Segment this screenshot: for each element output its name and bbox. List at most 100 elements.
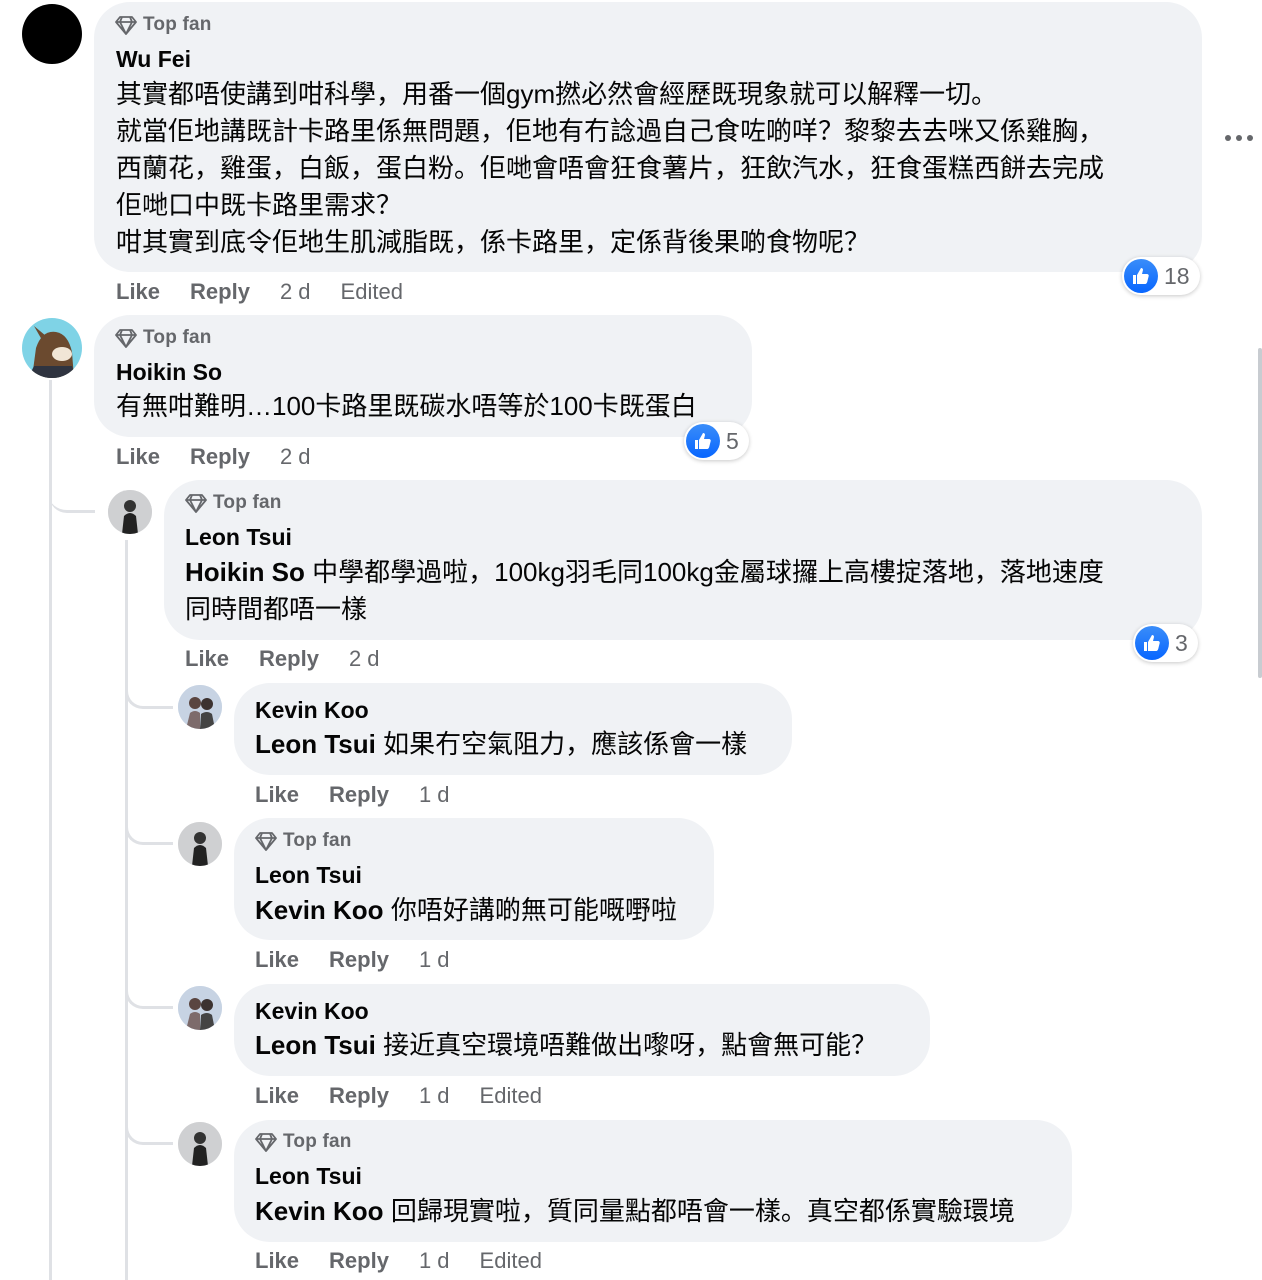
comment-actions: Like Reply 2 d (116, 444, 311, 470)
more-options-icon[interactable] (1225, 135, 1253, 141)
comment-actions: Like Reply 2 d Edited (116, 279, 403, 305)
comment-text-line: Kevin Koo 回歸現實啦，質同量點都唔會一樣。真空都係實驗環境 (255, 1193, 1015, 1230)
like-button[interactable]: Like (255, 1083, 299, 1109)
comment-text-line: 其實都唔使講到咁科學，用番一個gym撚必然會經歷既現象就可以解釋一切。 (116, 79, 998, 109)
reaction-number: 18 (1164, 262, 1190, 289)
like-button[interactable]: Like (255, 1248, 299, 1274)
timestamp[interactable]: 2 d (349, 646, 380, 672)
avatar[interactable] (108, 490, 152, 534)
timestamp[interactable]: 1 d (419, 1083, 450, 1109)
thumbs-up-icon (686, 424, 720, 458)
comment-text-line: Leon Tsui 接近真空環境唔難做出嚟呀，點會無可能？ (255, 1027, 877, 1064)
edited-label[interactable]: Edited (480, 1083, 542, 1109)
thread-line-main (49, 380, 52, 1280)
diamond-icon (255, 832, 277, 851)
comment-text-line: Leon Tsui 如果冇空氣阻力，應該係會一樣 (255, 726, 747, 763)
avatar[interactable] (178, 685, 222, 729)
top-fan-badge: Top fan (115, 14, 212, 36)
badge-label: Top fan (283, 830, 352, 851)
like-button[interactable]: Like (255, 947, 299, 973)
reaction-number: 3 (1175, 629, 1188, 656)
reply-button[interactable]: Reply (190, 444, 250, 470)
thread-connector (125, 670, 173, 709)
top-fan-badge: Top fan (255, 830, 352, 852)
comment-author[interactable]: Hoikin So (116, 359, 222, 386)
comment-author[interactable]: Leon Tsui (255, 1163, 362, 1190)
mention-link[interactable]: Leon Tsui (255, 729, 376, 759)
comment-text: 如果冇空氣阻力，應該係會一樣 (383, 729, 748, 759)
mention-link[interactable]: Hoikin So (185, 557, 305, 587)
top-fan-badge: Top fan (255, 1131, 352, 1153)
thread-connector (125, 1106, 173, 1145)
timestamp[interactable]: 2 d (280, 279, 311, 305)
avatar[interactable] (178, 986, 222, 1030)
timestamp[interactable]: 1 d (419, 782, 450, 808)
thread-line-nested (125, 540, 128, 1280)
comment-author[interactable]: Leon Tsui (255, 862, 362, 889)
avatar[interactable] (178, 822, 222, 866)
thread-connector (125, 970, 173, 1009)
comment-text-line: 同時間都唔一樣 (185, 594, 368, 624)
like-button[interactable]: Like (255, 782, 299, 808)
mention-link[interactable]: Kevin Koo (255, 1196, 384, 1226)
reply-button[interactable]: Reply (329, 947, 389, 973)
comment-author[interactable]: Kevin Koo (255, 998, 369, 1025)
badge-label: Top fan (213, 492, 282, 513)
comment-text-line: Kevin Koo 你唔好講啲無可能嘅嘢啦 (255, 892, 677, 929)
diamond-icon (255, 1133, 277, 1152)
timestamp[interactable]: 1 d (419, 1248, 450, 1274)
diamond-icon (185, 494, 207, 513)
comment-text-line: Hoikin So 中學都學過啦，100kg羽毛同100kg金屬球攞上高樓掟落地… (185, 554, 1104, 591)
mention-link[interactable]: Leon Tsui (255, 1030, 376, 1060)
comment-author[interactable]: Leon Tsui (185, 524, 292, 551)
thread-connector (49, 468, 95, 513)
comment-author[interactable]: Kevin Koo (255, 697, 369, 724)
reply-button[interactable]: Reply (329, 782, 389, 808)
comment-text: 回歸現實啦，質同量點都唔會一樣。真空都係實驗環境 (390, 1196, 1015, 1226)
reaction-number: 5 (726, 427, 739, 454)
like-button[interactable]: Like (185, 646, 229, 672)
diamond-icon (115, 16, 137, 35)
top-fan-badge: Top fan (185, 492, 282, 514)
reaction-count[interactable]: 5 (684, 422, 749, 460)
like-button[interactable]: Like (116, 444, 160, 470)
reaction-count[interactable]: 18 (1122, 257, 1200, 295)
comment-author[interactable]: Wu Fei (116, 46, 191, 73)
comment-text-line: 咁其實到底令佢地生肌減脂既，係卡路里，定係背後果啲食物呢？ (116, 227, 871, 257)
reply-button[interactable]: Reply (329, 1083, 389, 1109)
comment-text-line: 有無咁難明…100卡路里既碳水唔等於100卡既蛋白 (116, 391, 697, 421)
diamond-icon (115, 329, 137, 348)
comment-actions: Like Reply 2 d (185, 646, 380, 672)
like-button[interactable]: Like (116, 279, 160, 305)
comment-actions: Like Reply 1 d (255, 947, 450, 973)
thumbs-up-icon (1124, 259, 1158, 293)
comment-actions: Like Reply 1 d Edited (255, 1083, 542, 1109)
top-fan-badge: Top fan (115, 327, 212, 349)
timestamp[interactable]: 1 d (419, 947, 450, 973)
badge-label: Top fan (283, 1131, 352, 1152)
reply-button[interactable]: Reply (329, 1248, 389, 1274)
reply-button[interactable]: Reply (190, 279, 250, 305)
reaction-count[interactable]: 3 (1133, 624, 1198, 662)
thumbs-up-icon (1135, 626, 1169, 660)
reply-button[interactable]: Reply (259, 646, 319, 672)
edited-label[interactable]: Edited (341, 279, 403, 305)
avatar[interactable] (22, 318, 82, 378)
comment-text-line: 就當佢地講既計卡路里係無問題，佢地有冇諗過自己食咗啲咩？黎黎去去咪又係雞胸， (116, 116, 1105, 146)
comment-actions: Like Reply 1 d (255, 782, 450, 808)
thread-connector (125, 806, 173, 845)
avatar[interactable] (178, 1122, 222, 1166)
comment-text-line: 西蘭花，雞蛋，白飯，蛋白粉。佢哋會唔會狂食薯片，狂飲汽水，狂食蛋糕西餅去完成 (116, 153, 1105, 183)
mention-link[interactable]: Kevin Koo (255, 895, 384, 925)
comment-text: 中學都學過啦，100kg羽毛同100kg金屬球攞上高樓掟落地，落地速度 (312, 557, 1104, 587)
avatar[interactable] (22, 4, 82, 64)
badge-label: Top fan (143, 14, 212, 35)
comment-text: 你唔好講啲無可能嘅嘢啦 (390, 895, 677, 925)
timestamp[interactable]: 2 d (280, 444, 311, 470)
edited-label[interactable]: Edited (480, 1248, 542, 1274)
scrollbar[interactable] (1258, 348, 1262, 678)
badge-label: Top fan (143, 327, 212, 348)
comment-text: 接近真空環境唔難做出嚟呀，點會無可能？ (383, 1030, 878, 1060)
comment-actions: Like Reply 1 d Edited (255, 1248, 542, 1274)
comment-text-line: 佢哋口中既卡路里需求？ (116, 190, 403, 220)
